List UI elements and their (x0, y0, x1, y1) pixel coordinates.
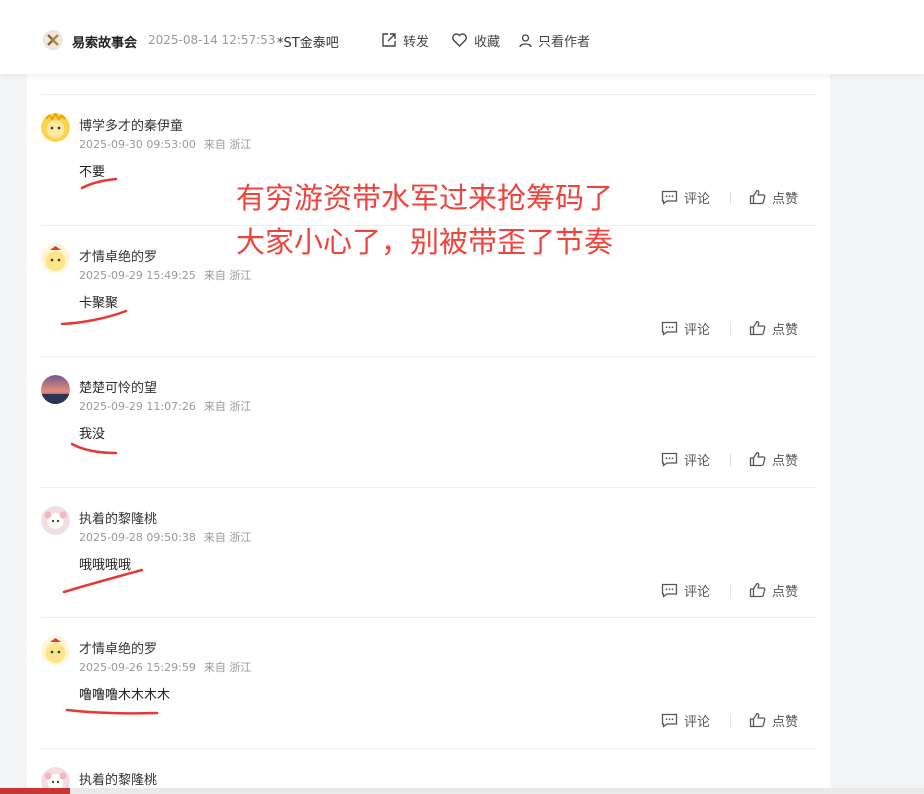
comment-icon (661, 583, 678, 598)
comment-item: 楚楚可怜的望 2025-09-29 11:07:26 来自 浙江 我没 评论 点赞 (27, 356, 830, 487)
like-label: 点赞 (772, 453, 799, 469)
avatar[interactable] (41, 244, 70, 273)
user-icon (519, 33, 532, 47)
comment-author[interactable]: 才情卓绝的罗 (79, 638, 157, 657)
thumbs-up-icon (749, 712, 766, 728)
like-label: 点赞 (772, 322, 799, 338)
comment-text: 不要 (79, 165, 106, 180)
comment-author[interactable]: 执着的黎隆桃 (79, 508, 157, 527)
post-header: 易索故事会 2025-08-14 12:57:53 *ST金泰吧 转发 收藏 只… (0, 0, 924, 74)
comment-author[interactable]: 才情卓绝的罗 (79, 246, 157, 265)
comment-time: 2025-09-28 09:50:38 (79, 531, 196, 544)
like-label: 点赞 (772, 714, 799, 730)
comment-location: 来自 浙江 (203, 400, 252, 413)
comment-text: 哦哦哦哦 (79, 558, 132, 573)
divider (41, 94, 816, 95)
comment-time: 2025-09-29 15:49:25 (79, 269, 196, 282)
divider (730, 192, 731, 204)
post-time: 2025-08-14 12:57:53 (148, 33, 276, 47)
avatar[interactable] (41, 113, 70, 142)
like-button[interactable]: 点赞 (749, 188, 799, 207)
reply-label: 评论 (684, 453, 711, 469)
bottom-taskbar-strip (0, 788, 924, 794)
comment-location: 来自 浙江 (203, 269, 252, 282)
reply-button[interactable]: 评论 (661, 581, 711, 600)
comment-icon (661, 190, 678, 205)
avatar[interactable] (41, 506, 70, 535)
share-label: 转发 (403, 34, 430, 50)
divider (41, 617, 816, 618)
post-author[interactable]: 易索故事会 (72, 32, 137, 51)
comment-meta: 2025-09-26 15:29:59 来自 浙江 (79, 659, 251, 675)
favorite-button[interactable]: 收藏 (451, 30, 500, 50)
comment-time: 2025-09-29 11:07:26 (79, 400, 196, 413)
divider (41, 487, 816, 488)
reply-button[interactable]: 评论 (661, 188, 711, 207)
comment-icon (661, 452, 678, 467)
like-label: 点赞 (772, 191, 799, 207)
thumbs-up-icon (749, 320, 766, 336)
like-label: 点赞 (772, 584, 799, 600)
divider (41, 748, 816, 749)
comment-location: 来自 浙江 (203, 138, 252, 151)
reply-button[interactable]: 评论 (661, 319, 711, 338)
like-button[interactable]: 点赞 (749, 581, 799, 600)
comment-time: 2025-09-26 15:29:59 (79, 661, 196, 674)
avatar[interactable] (41, 375, 70, 404)
reply-label: 评论 (684, 191, 711, 207)
comment-author[interactable]: 博学多才的秦伊童 (79, 115, 183, 134)
like-button[interactable]: 点赞 (749, 711, 799, 730)
share-button[interactable]: 转发 (381, 30, 429, 50)
divider (41, 356, 816, 357)
reply-button[interactable]: 评论 (661, 450, 711, 469)
thumbs-up-icon (749, 582, 766, 598)
comment-location: 来自 浙江 (203, 661, 252, 674)
comment-meta: 2025-09-28 09:50:38 来自 浙江 (79, 529, 251, 545)
avatar[interactable] (41, 636, 70, 665)
favorite-label: 收藏 (474, 34, 501, 50)
bar-logo-icon[interactable] (43, 30, 63, 50)
divider (730, 585, 731, 597)
thumbs-up-icon (749, 451, 766, 467)
comment-text: 卡聚聚 (79, 296, 119, 311)
comment-meta: 2025-09-29 11:07:26 来自 浙江 (79, 398, 251, 414)
reply-label: 评论 (684, 322, 711, 338)
divider (730, 454, 731, 466)
reply-label: 评论 (684, 714, 711, 730)
bar-name-link[interactable]: *ST金泰吧 (277, 32, 339, 51)
comment-text: 我没 (79, 427, 106, 442)
divider (730, 715, 731, 727)
annotation-text-line1: 有穷游资带水军过来抢筹码了 (236, 181, 614, 215)
share-icon (382, 33, 396, 47)
comment-item: 执着的黎隆桃 2025-09-28 09:50:38 来自 浙江 哦哦哦哦 评论 … (27, 487, 830, 618)
only-author-button[interactable]: 只看作者 (519, 30, 590, 50)
reply-label: 评论 (684, 584, 711, 600)
comment-author[interactable]: 楚楚可怜的望 (79, 377, 157, 396)
thumbs-up-icon (749, 189, 766, 205)
comment-time: 2025-09-30 09:53:00 (79, 138, 196, 151)
divider (730, 323, 731, 335)
comment-icon (661, 321, 678, 336)
heart-icon (452, 33, 467, 47)
only-author-label: 只看作者 (538, 34, 591, 50)
comment-author[interactable]: 执着的黎隆桃 (79, 769, 157, 788)
comment-icon (661, 713, 678, 728)
like-button[interactable]: 点赞 (749, 319, 799, 338)
comment-meta: 2025-09-30 09:53:00 来自 浙江 (79, 136, 251, 152)
comment-meta: 2025-09-29 15:49:25 来自 浙江 (79, 267, 251, 283)
comment-item: 才情卓绝的罗 2025-09-26 15:29:59 来自 浙江 噜噜噜木木木木 … (27, 617, 830, 748)
comment-location: 来自 浙江 (203, 531, 252, 544)
annotation-text-line2: 大家小心了，别被带歪了节奏 (236, 225, 614, 259)
comment-text: 噜噜噜木木木木 (79, 688, 171, 703)
reply-button[interactable]: 评论 (661, 711, 711, 730)
like-button[interactable]: 点赞 (749, 450, 799, 469)
